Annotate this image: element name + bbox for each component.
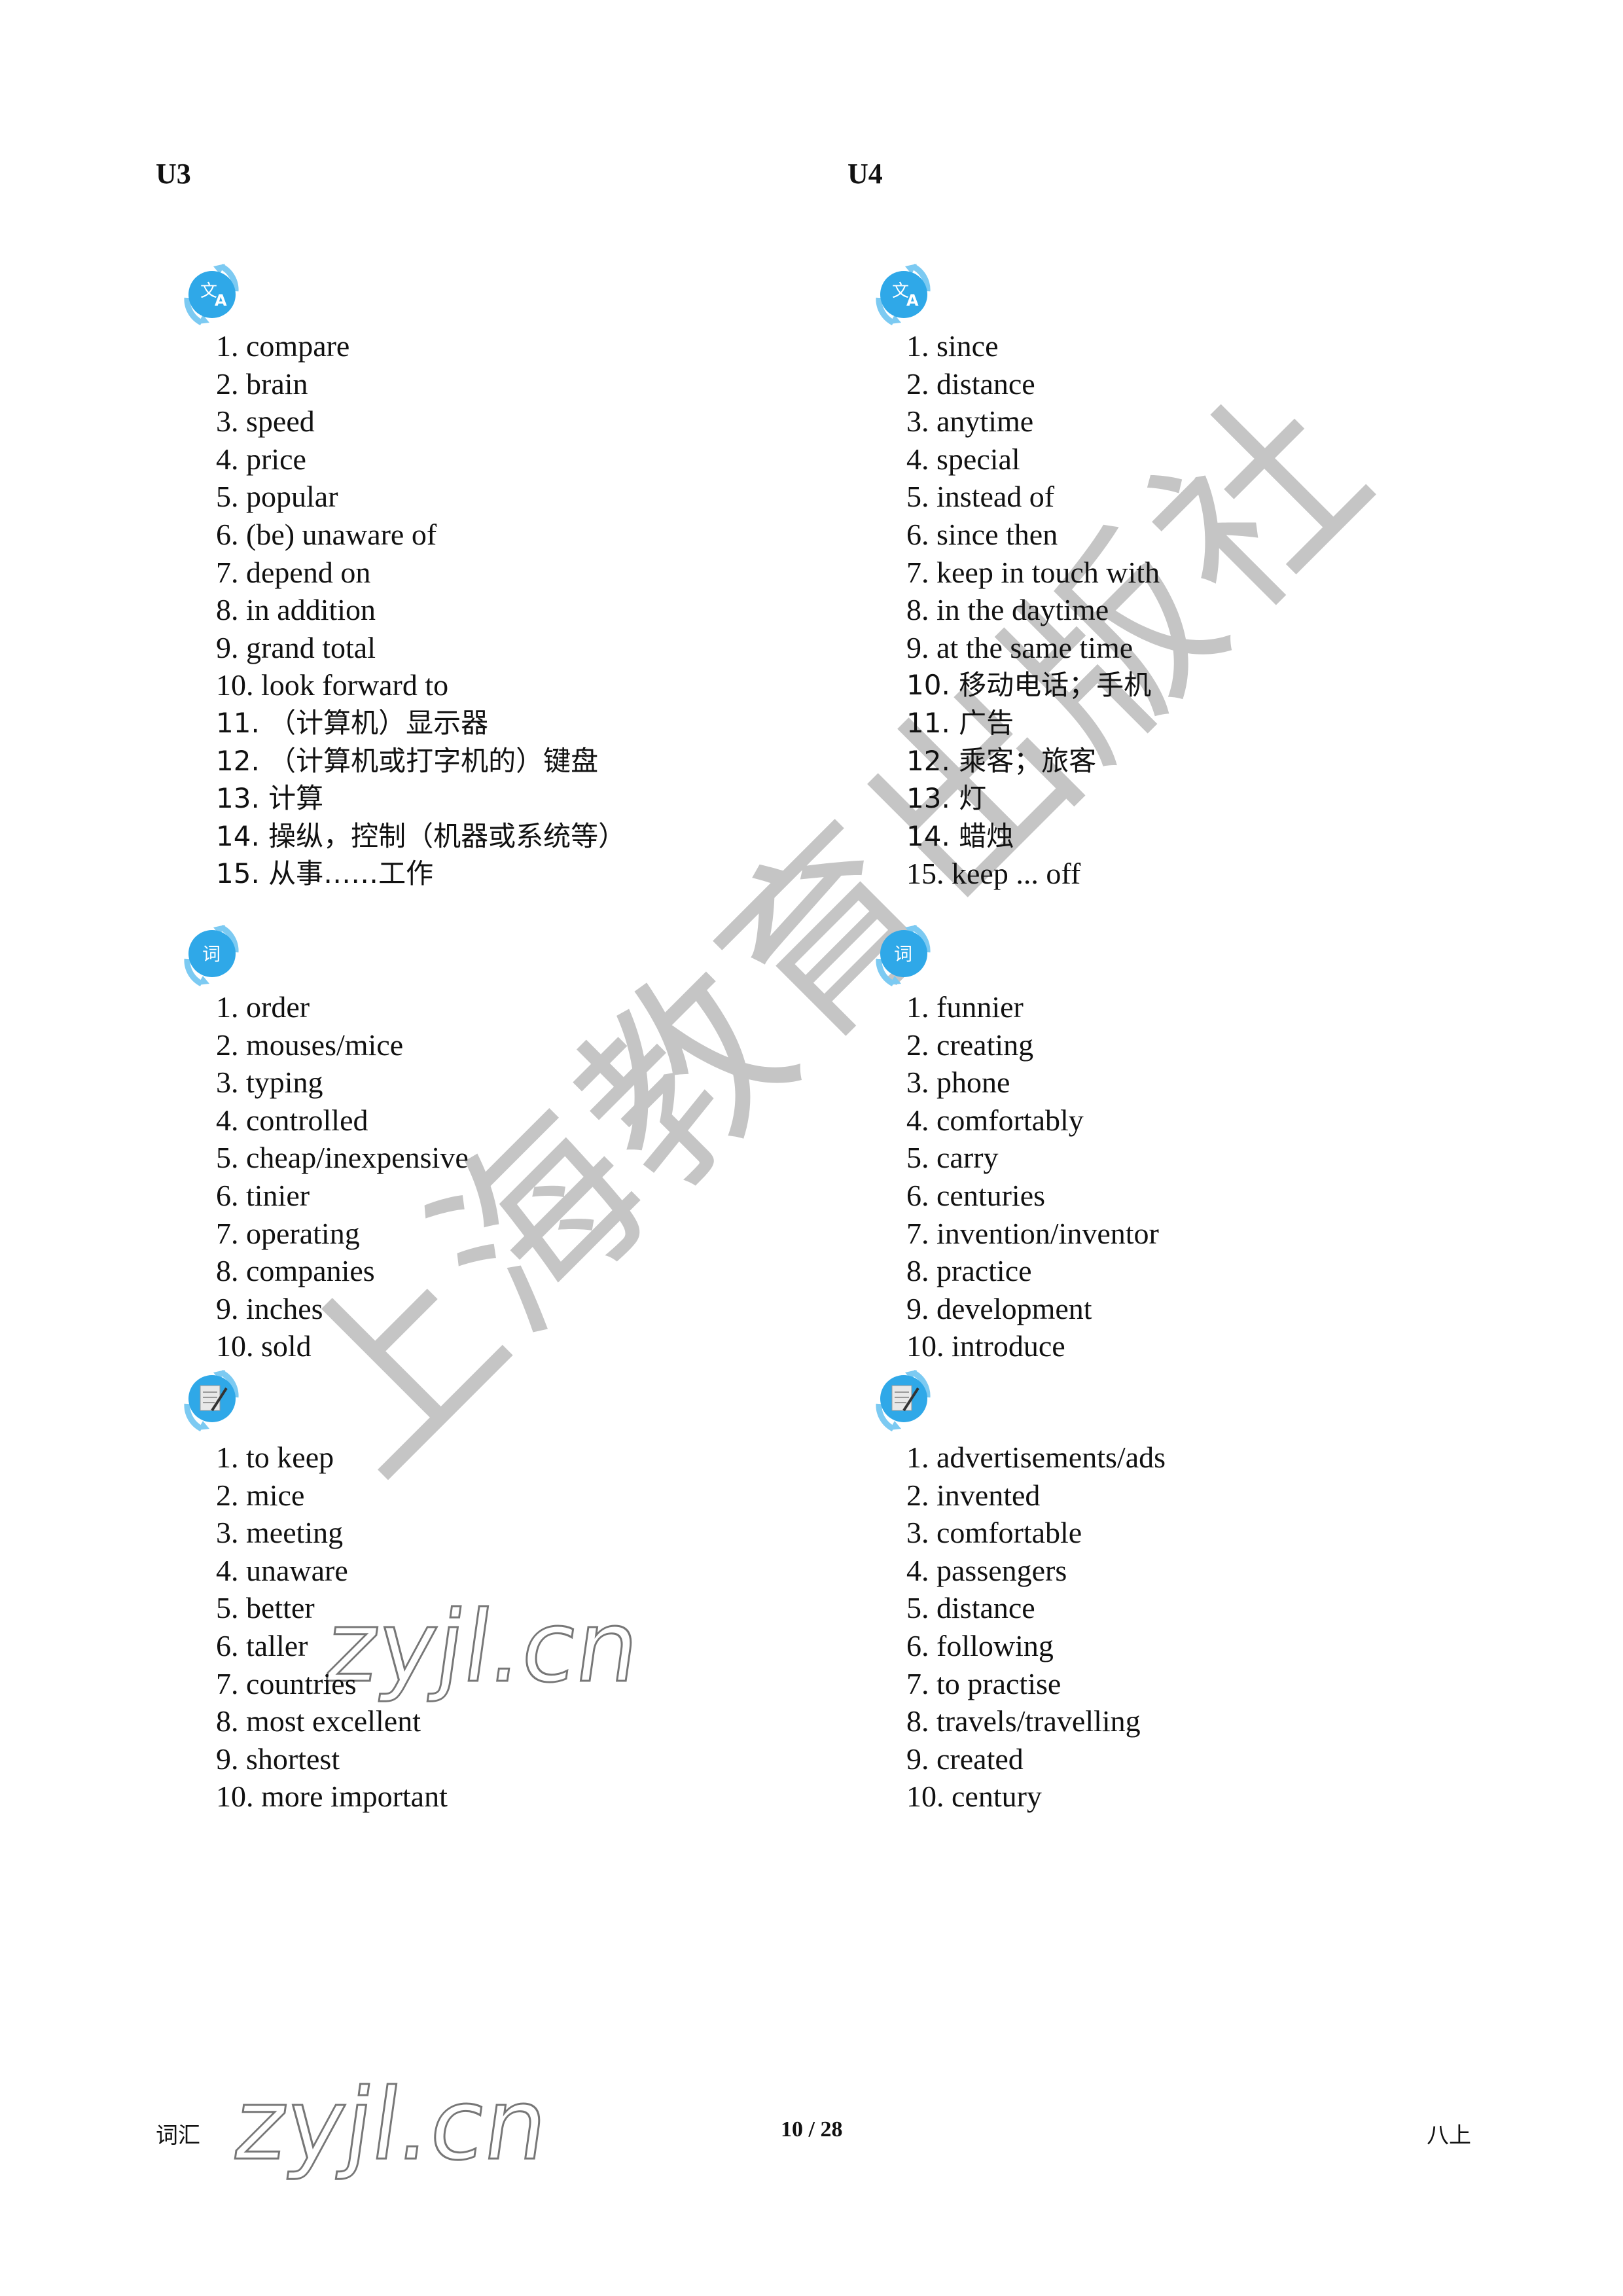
list-item: 8. practice	[906, 1254, 1032, 1288]
list-item: 2. mice	[216, 1478, 305, 1512]
footer-section-label: 词汇	[156, 2123, 200, 2149]
unit-title: U4	[847, 158, 883, 190]
list-item: 1. advertisements/ads	[906, 1441, 1166, 1474]
list-item: 13. 灯	[906, 782, 987, 815]
list-item: 2. brain	[216, 367, 308, 401]
list-item: 8. in the daytime	[906, 593, 1109, 627]
u3-word-form-list: 1. order 2. mouses/mice 3. typing 4. con…	[216, 988, 469, 1365]
list-item: 5. better	[216, 1591, 315, 1625]
list-item: 5. distance	[906, 1591, 1035, 1625]
list-item: 1. order	[216, 990, 310, 1024]
list-item: 4. special	[906, 442, 1020, 476]
list-item: 5. popular	[216, 480, 338, 514]
list-item: 3. typing	[216, 1066, 323, 1100]
list-item: 2. distance	[906, 367, 1035, 401]
list-item: 13. 计算	[216, 782, 324, 815]
list-item: 7. depend on	[216, 555, 371, 589]
list-item: 9. inches	[216, 1291, 323, 1325]
list-item: 3. phone	[906, 1066, 1010, 1100]
list-item: 9. grand total	[216, 630, 376, 664]
u3-translation-list: 1. compare 2. brain 3. speed 4. price 5.…	[216, 327, 626, 893]
u3-fill-in-list: 1. to keep 2. mice 3. meeting 4. unaware…	[216, 1439, 448, 1816]
list-item: 5. cheap/inexpensive	[216, 1141, 469, 1175]
list-item: 3. anytime	[906, 404, 1034, 439]
translate-icon: 文 A	[876, 263, 931, 326]
list-item: 12. （计算机或打字机的）键盘	[216, 744, 599, 777]
list-item: 10. 移动电话；手机	[906, 669, 1152, 702]
u4-translation-list: 1. since 2. distance 3. anytime 4. speci…	[906, 327, 1160, 893]
list-item: 9. shortest	[216, 1742, 340, 1776]
list-item: 11. 广告	[906, 706, 1014, 739]
svg-text:词: 词	[894, 943, 912, 965]
list-item: 7. countries	[216, 1666, 357, 1700]
list-item: 3. speed	[216, 404, 315, 439]
svg-text:词: 词	[202, 943, 221, 965]
list-item: 1. compare	[216, 329, 350, 363]
list-item: 2. mouses/mice	[216, 1028, 404, 1062]
list-item: 8. travels/travelling	[906, 1704, 1141, 1738]
list-item: 1. to keep	[216, 1441, 334, 1474]
notepad-pen-icon	[184, 1369, 239, 1432]
list-item: 4. price	[216, 442, 306, 476]
list-item: 3. comfortable	[906, 1516, 1082, 1550]
list-item: 6. following	[906, 1628, 1054, 1662]
page-number: 10 / 28	[781, 2117, 843, 2142]
list-item: 6. taller	[216, 1628, 308, 1662]
list-item: 1. funnier	[906, 990, 1024, 1024]
list-item: 10. more important	[216, 1780, 448, 1814]
list-item: 9. created	[906, 1742, 1024, 1776]
svg-text:A: A	[215, 291, 227, 310]
list-item: 4. controlled	[216, 1103, 368, 1137]
list-item: 10. century	[906, 1780, 1042, 1814]
list-item: 9. development	[906, 1291, 1092, 1325]
list-item: 10. look forward to	[216, 668, 449, 702]
translate-icon: 文 A	[184, 263, 239, 326]
list-item: 7. invention/inventor	[906, 1216, 1159, 1250]
list-item: 6. (be) unaware of	[216, 517, 437, 551]
list-item: 2. creating	[906, 1028, 1034, 1062]
u4-word-form-list: 1. funnier 2. creating 3. phone 4. comfo…	[906, 988, 1159, 1365]
list-item: 14. 蜡烛	[906, 819, 1014, 852]
list-item: 1. since	[906, 329, 999, 363]
word-icon: 词	[184, 924, 239, 987]
list-item: 7. keep in touch with	[906, 555, 1160, 589]
list-item: 4. passengers	[906, 1553, 1067, 1587]
list-item: 8. in addition	[216, 593, 376, 627]
list-item: 6. tinier	[216, 1178, 310, 1212]
notepad-pen-icon	[876, 1369, 931, 1432]
footer-grade-label: 八上	[1427, 2123, 1471, 2149]
list-item: 2. invented	[906, 1478, 1041, 1512]
list-item: 5. carry	[906, 1141, 999, 1175]
unit-title: U3	[156, 158, 191, 190]
list-item: 15. 从事……工作	[216, 857, 434, 890]
list-item: 4. comfortably	[906, 1103, 1084, 1137]
list-item: 5. instead of	[906, 480, 1055, 514]
list-item: 11. （计算机）显示器	[216, 706, 489, 739]
list-item: 10. sold	[216, 1329, 312, 1363]
list-item: 8. companies	[216, 1254, 375, 1288]
list-item: 10. introduce	[906, 1329, 1065, 1363]
list-item: 9. at the same time	[906, 630, 1133, 664]
list-item: 6. centuries	[906, 1178, 1046, 1212]
list-item: 14. 操纵，控制（机器或系统等）	[216, 819, 626, 852]
list-item: 6. since then	[906, 517, 1058, 551]
word-icon: 词	[876, 924, 931, 987]
list-item: 7. operating	[216, 1216, 360, 1250]
u4-fill-in-list: 1. advertisements/ads 2. invented 3. com…	[906, 1439, 1166, 1816]
list-item: 3. meeting	[216, 1516, 344, 1550]
svg-text:A: A	[906, 291, 919, 310]
list-item: 15. keep ... off	[906, 857, 1081, 891]
site-watermark-footer: zyjl.cn	[226, 2068, 556, 2183]
list-item: 4. unaware	[216, 1553, 348, 1587]
list-item: 8. most excellent	[216, 1704, 421, 1738]
list-item: 7. to practise	[906, 1666, 1061, 1700]
list-item: 12. 乘客；旅客	[906, 744, 1097, 777]
